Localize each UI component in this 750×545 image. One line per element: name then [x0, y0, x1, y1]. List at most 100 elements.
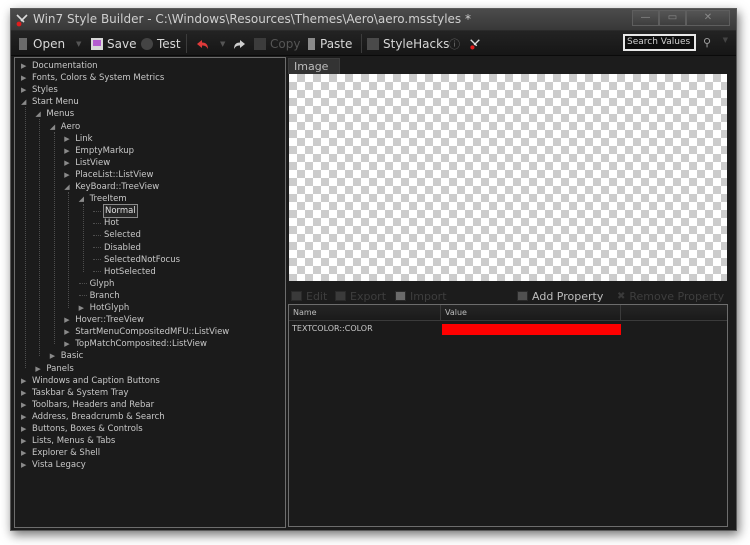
tab-image-label: Image — [294, 60, 329, 73]
tree-item[interactable]: ▶ Vista Legacy — [21, 459, 87, 471]
collapse-arrow-icon[interactable]: ◢ — [35, 108, 45, 120]
export-button[interactable]: Export — [335, 288, 386, 304]
tree-item-label: Selected — [104, 230, 141, 241]
tree-item[interactable]: ◢ Start Menu — [21, 96, 80, 108]
column-header-value[interactable]: Value — [441, 305, 621, 321]
tree-item[interactable]: ▶ Link — [64, 133, 93, 145]
expand-arrow-icon[interactable]: ▶ — [21, 84, 31, 96]
open-button[interactable]: Open — [19, 36, 65, 52]
save-button[interactable]: Save — [91, 36, 136, 52]
undo-dropdown-arrow[interactable]: ▼ — [220, 36, 225, 52]
tree-item[interactable]: ◢ KeyBoard::TreeView — [64, 181, 160, 193]
collapse-arrow-icon[interactable]: ◢ — [79, 193, 89, 205]
paste-button[interactable]: Paste — [308, 36, 352, 52]
column-header-name[interactable]: Name — [289, 305, 441, 321]
tree-item-label: Panels — [46, 363, 74, 374]
expand-arrow-icon[interactable]: ▶ — [64, 157, 74, 169]
collapse-arrow-icon[interactable]: ◢ — [50, 121, 60, 133]
expand-arrow-icon[interactable]: ▶ — [21, 387, 31, 399]
tree-item[interactable]: ▶ HotGlyph — [79, 302, 131, 314]
tree-item[interactable]: ▶ Documentation — [21, 60, 99, 72]
info-button[interactable]: ⓘ — [449, 36, 460, 52]
tree-item[interactable]: ▶ ListView — [64, 157, 111, 169]
column-header-extra[interactable] — [621, 305, 727, 321]
tree-item[interactable]: Disabled — [93, 242, 142, 254]
collapse-arrow-icon[interactable]: ◢ — [64, 181, 74, 193]
redo-button[interactable] — [233, 36, 246, 52]
tree-item[interactable]: ▶ Fonts, Colors & System Metrics — [21, 72, 165, 84]
chevron-down-icon: ▼ — [722, 36, 728, 44]
tree-item[interactable]: ▶ PlaceList::ListView — [64, 169, 154, 181]
test-button[interactable]: Test — [141, 36, 181, 52]
chevron-down-icon: ▼ — [76, 40, 82, 48]
import-button[interactable]: Import — [395, 288, 447, 304]
expand-arrow-icon[interactable]: ▶ — [64, 314, 74, 326]
tree-item[interactable]: ▶ Toolbars, Headers and Rebar — [21, 399, 155, 411]
expand-arrow-icon[interactable]: ▶ — [21, 447, 31, 459]
expand-arrow-icon[interactable]: ▶ — [21, 72, 31, 84]
tree-item[interactable]: HotSelected — [93, 266, 157, 278]
tree-item[interactable]: ◢ Menus — [35, 108, 75, 120]
expand-arrow-icon[interactable]: ▶ — [50, 350, 60, 362]
tree-item[interactable]: ▶ Basic — [50, 350, 85, 362]
open-dropdown-arrow[interactable]: ▼ — [76, 36, 81, 52]
edit-button[interactable]: Edit — [291, 288, 327, 304]
tree-connector — [93, 259, 101, 261]
expand-arrow-icon[interactable]: ▶ — [21, 411, 31, 423]
tree-item[interactable]: Selected — [93, 229, 142, 241]
tree-item[interactable]: ▶ Explorer & Shell — [21, 447, 101, 459]
expand-arrow-icon[interactable]: ▶ — [64, 145, 74, 157]
tree-item-label: Styles — [32, 85, 58, 96]
tree-item[interactable]: ▶ EmptyMarkup — [64, 145, 135, 157]
search-dropdown-arrow[interactable]: ▼ — [723, 36, 728, 44]
redo-icon — [234, 39, 245, 49]
expand-arrow-icon[interactable]: ▶ — [21, 423, 31, 435]
expand-arrow-icon[interactable]: ▶ — [64, 338, 74, 350]
add-property-button[interactable]: Add Property — [517, 288, 603, 304]
tree-connector — [93, 247, 101, 248]
maximize-button[interactable]: ▭ — [659, 10, 686, 26]
stylehacks-button[interactable]: StyleHacks — [367, 36, 449, 52]
close-button[interactable]: ✕ — [686, 10, 730, 26]
tree-item[interactable]: Glyph — [78, 278, 116, 290]
collapse-arrow-icon[interactable]: ◢ — [21, 96, 31, 108]
tree-item[interactable]: ▶ Hover::TreeView — [64, 314, 145, 326]
copy-button[interactable]: Copy — [254, 36, 300, 52]
expand-arrow-icon[interactable]: ▶ — [64, 133, 74, 145]
tab-image[interactable]: Image — [288, 58, 340, 74]
search-input[interactable]: Search Values — [623, 34, 696, 51]
tree-item[interactable]: ▶ TopMatchComposited::ListView — [64, 338, 208, 350]
tree-item[interactable]: Hot — [93, 217, 120, 229]
remove-property-button[interactable]: ✖ Remove Property — [617, 288, 724, 304]
expand-arrow-icon[interactable]: ▶ — [21, 375, 31, 387]
color-value-swatch[interactable] — [442, 324, 621, 335]
expand-arrow-icon[interactable]: ▶ — [21, 399, 31, 411]
tree-item[interactable]: ▶ Taskbar & System Tray — [21, 387, 130, 399]
expand-arrow-icon[interactable]: ▶ — [35, 363, 45, 375]
expand-arrow-icon[interactable]: ▶ — [64, 169, 74, 181]
tree-item[interactable]: ▶ Windows and Caption Buttons — [21, 375, 161, 387]
tree-item[interactable]: Normal — [93, 204, 138, 219]
table-row[interactable]: TEXTCOLOR::COLOR — [289, 322, 727, 336]
logo-button[interactable] — [469, 36, 481, 52]
expand-arrow-icon[interactable]: ▶ — [21, 435, 31, 447]
tree-item[interactable]: ▶ Styles — [21, 84, 59, 96]
tree-item[interactable]: ▶ Address, Breadcrumb & Search — [21, 411, 166, 423]
tree-item[interactable]: Branch — [78, 290, 121, 302]
tree-item[interactable]: ▶ StartMenuCompositedMFU::ListView — [64, 326, 230, 338]
tree-item[interactable]: SelectedNotFocus — [93, 254, 181, 266]
expand-arrow-icon[interactable]: ▶ — [21, 459, 31, 471]
search-button[interactable]: ⚲ — [698, 35, 716, 51]
expand-arrow-icon[interactable]: ▶ — [21, 60, 31, 72]
style-tree[interactable]: ▶ Documentation ▶ Fonts, Colors & System Me… — [14, 57, 286, 528]
expand-arrow-icon[interactable]: ▶ — [79, 302, 89, 314]
undo-button[interactable] — [196, 36, 209, 52]
tree-item[interactable]: ▶ Panels — [35, 363, 74, 375]
properties-grid: Name Value TEXTCOLOR::COLOR — [288, 304, 728, 527]
app-window: Win7 Style Builder - C:\Windows\Resource… — [10, 8, 737, 531]
tree-item[interactable]: ▶ Lists, Menus & Tabs — [21, 435, 116, 447]
title-bar[interactable]: Win7 Style Builder - C:\Windows\Resource… — [11, 9, 736, 31]
tree-item[interactable]: ▶ Buttons, Boxes & Controls — [21, 423, 144, 435]
expand-arrow-icon[interactable]: ▶ — [64, 326, 74, 338]
minimize-button[interactable]: — — [632, 10, 659, 26]
